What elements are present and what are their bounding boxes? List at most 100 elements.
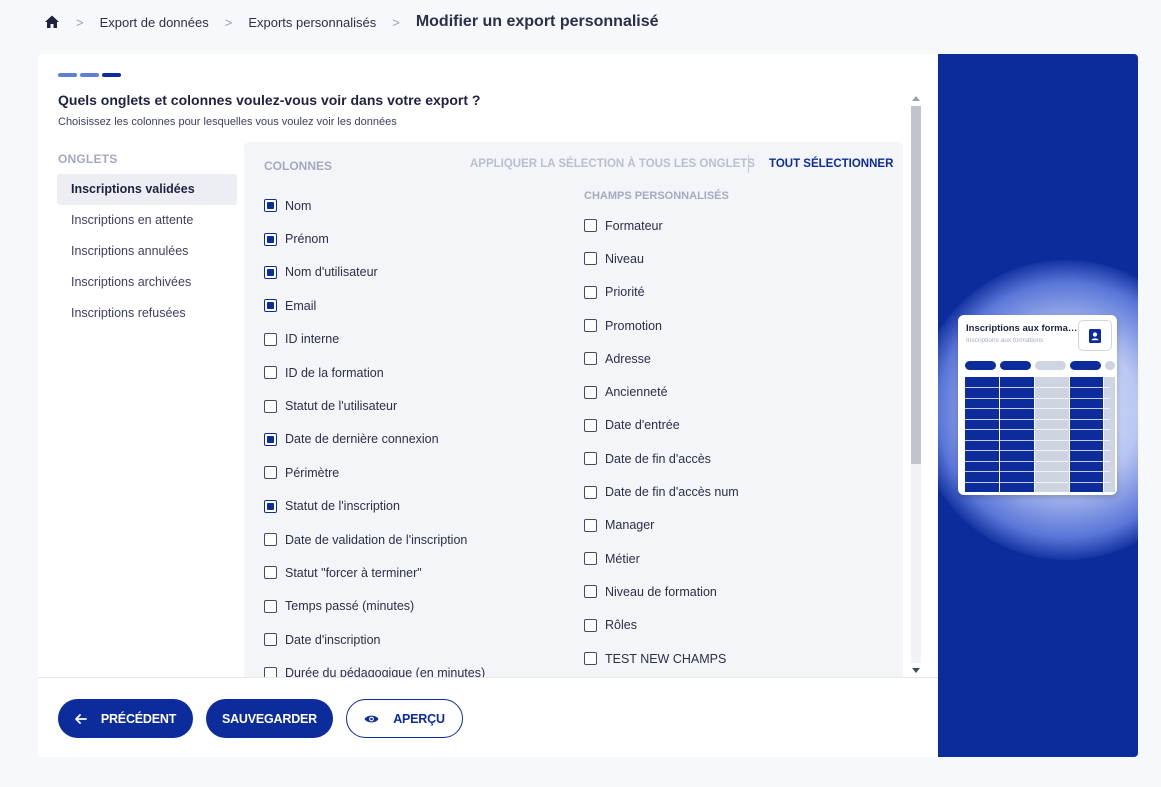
tab-validated-enrollments[interactable]: Inscriptions validées	[57, 174, 237, 205]
column-checkbox[interactable]	[264, 533, 277, 547]
save-button-label: SAUVEGARDER	[221, 711, 318, 726]
column-checkbox-row[interactable]: Statut de l'utilisateur	[264, 389, 485, 422]
custom-field-checkbox-row[interactable]: Date de fin d'accès num	[584, 475, 739, 508]
custom-field-checkbox-row[interactable]: Date d'entrée	[584, 409, 739, 442]
custom-field-checkbox[interactable]	[584, 552, 597, 566]
preview-table-row-line	[965, 397, 1110, 399]
step-3-indicator	[102, 73, 121, 77]
custom-field-checkbox-row[interactable]: TEST NEW CHAMPS	[584, 642, 739, 675]
column-checkbox-row[interactable]: Email	[264, 289, 485, 322]
content-scrollbar[interactable]	[910, 92, 924, 677]
preview-column-pill	[1105, 361, 1115, 370]
column-checkbox-row[interactable]: Date de dernière connexion	[264, 423, 485, 456]
tab-list: Inscriptions validées Inscriptions en at…	[57, 174, 237, 329]
preview-table-column	[1000, 377, 1034, 492]
custom-field-checkbox[interactable]	[584, 585, 597, 599]
tab-cancelled-enrollments[interactable]: Inscriptions annulées	[57, 236, 237, 267]
tab-pending-enrollments[interactable]: Inscriptions en attente	[57, 205, 237, 236]
custom-field-checkbox-row[interactable]: Rôles	[584, 609, 739, 642]
custom-field-checkbox[interactable]	[584, 285, 597, 299]
column-checkbox[interactable]	[264, 199, 277, 213]
column-checkbox[interactable]	[264, 499, 277, 513]
custom-field-checkbox[interactable]	[584, 618, 597, 632]
column-checkbox-label: Date d'inscription	[285, 632, 381, 647]
select-all-button[interactable]: TOUT SÉLECTIONNER	[769, 158, 893, 170]
column-checkbox[interactable]	[264, 566, 277, 580]
column-checkbox-row[interactable]: Date d'inscription	[264, 623, 485, 656]
custom-field-checkbox[interactable]	[584, 385, 597, 399]
tab-archived-enrollments[interactable]: Inscriptions archivées	[57, 267, 237, 298]
column-checkbox[interactable]	[264, 399, 277, 413]
column-checkbox-row[interactable]: Nom	[264, 189, 485, 222]
custom-field-checkbox[interactable]	[584, 252, 597, 266]
preview-card: Inscriptions aux formations Inscriptions…	[958, 315, 1117, 495]
custom-field-checkbox[interactable]	[584, 452, 597, 466]
eye-icon	[364, 714, 379, 724]
column-checkbox[interactable]	[264, 232, 277, 246]
custom-field-checkbox-label: Date de fin d'accès	[605, 451, 711, 466]
custom-field-checkbox[interactable]	[584, 652, 597, 665]
column-checkbox[interactable]	[264, 332, 277, 346]
custom-field-checkbox-row[interactable]: Niveau de formation	[584, 575, 739, 608]
custom-field-checkbox[interactable]	[584, 219, 597, 233]
column-checkbox[interactable]	[264, 366, 277, 380]
standard-columns-list: Nom Prénom Nom d'utilisateur Email ID intern…	[264, 189, 485, 678]
preview-table-column	[1035, 377, 1069, 492]
custom-field-checkbox[interactable]	[584, 319, 597, 333]
custom-field-checkbox-row[interactable]: Niveau	[584, 242, 739, 275]
scroll-up-arrow-icon[interactable]	[912, 96, 920, 101]
column-checkbox-row[interactable]: Durée du pédagogique (en minutes)	[264, 656, 485, 678]
column-checkbox-row[interactable]: Périmètre	[264, 456, 485, 489]
column-checkbox-label: Statut "forcer à terminer"	[285, 565, 422, 580]
column-checkbox-row[interactable]: Date de validation de l'inscription	[264, 523, 485, 556]
preview-table-row-line	[965, 429, 1110, 430]
custom-field-checkbox-row[interactable]: Promotion	[584, 309, 739, 342]
previous-button[interactable]: PRÉCÉDENT	[58, 699, 193, 738]
column-checkbox[interactable]	[264, 432, 277, 446]
tab-refused-enrollments[interactable]: Inscriptions refusées	[57, 298, 237, 329]
scroll-thumb[interactable]	[911, 106, 921, 464]
custom-field-checkbox-row[interactable]: Ancienneté	[584, 375, 739, 408]
custom-field-checkbox-label: Date de fin d'accès num	[605, 485, 739, 500]
export-wizard-card: Quels onglets et colonnes voulez-vous vo…	[38, 54, 1138, 757]
custom-field-checkbox-label: Ancienneté	[605, 385, 668, 400]
preview-button-label: APERÇU	[393, 711, 445, 726]
breadcrumb-item-export-data[interactable]: Export de données	[100, 15, 209, 30]
custom-field-checkbox-row[interactable]: Date de fin d'accès	[584, 442, 739, 475]
save-button[interactable]: SAUVEGARDER	[206, 699, 333, 738]
custom-field-checkbox[interactable]	[584, 418, 597, 432]
apply-selection-all-tabs-button[interactable]: APPLIQUER LA SÉLECTION À TOUS LES ONGLET…	[470, 158, 755, 170]
home-icon[interactable]	[44, 14, 60, 30]
custom-field-checkbox-row[interactable]: Métier	[584, 542, 739, 575]
column-checkbox-row[interactable]: Nom d'utilisateur	[264, 256, 485, 289]
column-checkbox[interactable]	[264, 633, 277, 647]
column-checkbox-row[interactable]: Statut "forcer à terminer"	[264, 556, 485, 589]
custom-field-checkbox-row[interactable]: Manager	[584, 509, 739, 542]
breadcrumb-separator: >	[224, 14, 233, 30]
breadcrumb: > Export de données > Exports personnali…	[44, 10, 659, 34]
preview-column-pill	[965, 361, 996, 370]
custom-field-checkbox-row[interactable]: Formateur	[584, 209, 739, 242]
custom-field-checkbox-row[interactable]: Adresse	[584, 342, 739, 375]
column-checkbox-label: Statut de l'utilisateur	[285, 399, 398, 414]
column-checkbox[interactable]	[264, 265, 277, 279]
column-checkbox[interactable]	[264, 599, 277, 613]
column-checkbox[interactable]	[264, 466, 277, 480]
custom-field-checkbox-label: TEST NEW CHAMPS	[605, 651, 727, 666]
custom-field-checkbox[interactable]	[584, 352, 597, 366]
column-checkbox-label: Temps passé (minutes)	[285, 599, 415, 614]
scroll-down-arrow-icon[interactable]	[912, 668, 920, 673]
section-subtitle: Choisissez les colonnes pour lesquelles …	[58, 116, 397, 128]
column-checkbox-row[interactable]: Prénom	[264, 222, 485, 255]
column-checkbox-row[interactable]: Statut de l'inscription	[264, 490, 485, 523]
column-checkbox-row[interactable]: Temps passé (minutes)	[264, 590, 485, 623]
custom-field-checkbox[interactable]	[584, 518, 597, 532]
column-checkbox[interactable]	[264, 299, 277, 313]
custom-field-checkbox[interactable]	[584, 485, 597, 499]
custom-field-checkbox-row[interactable]: Priorité	[584, 276, 739, 309]
column-checkbox-row[interactable]: ID interne	[264, 323, 485, 356]
column-checkbox-row[interactable]: ID de la formation	[264, 356, 485, 389]
preview-button[interactable]: APERÇU	[346, 699, 463, 738]
breadcrumb-item-custom-exports[interactable]: Exports personnalisés	[248, 15, 376, 30]
preview-table-column	[965, 377, 999, 492]
